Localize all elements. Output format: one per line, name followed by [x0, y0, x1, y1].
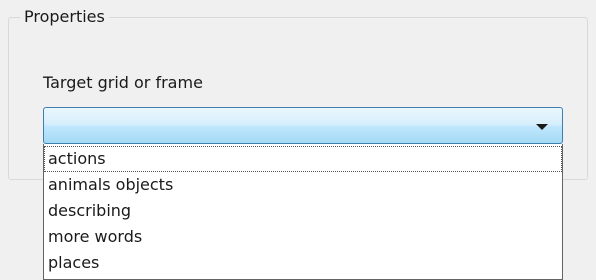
option-more-words[interactable]: more words: [44, 224, 562, 250]
option-actions[interactable]: actions: [44, 146, 562, 172]
option-animals-objects[interactable]: animals objects: [44, 172, 562, 198]
option-describing[interactable]: describing: [44, 198, 562, 224]
properties-group-title: Properties: [20, 6, 109, 28]
option-places[interactable]: places: [44, 250, 562, 276]
target-grid-dropdown[interactable]: [43, 107, 563, 144]
target-grid-options-list[interactable]: actions animals objects describing more …: [43, 144, 563, 280]
target-grid-label: Target grid or frame: [43, 73, 203, 92]
dropdown-arrow-icon[interactable]: [536, 124, 548, 130]
